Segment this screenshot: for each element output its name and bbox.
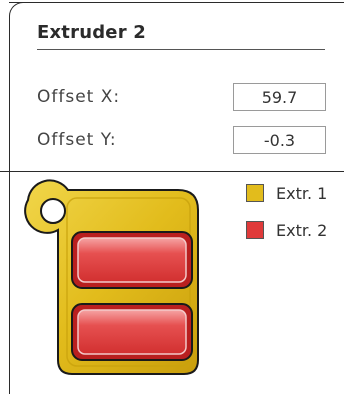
extruder-holder-icon [24, 179, 199, 375]
legend-swatch-extr-1 [246, 184, 264, 202]
nozzle-top-inner [77, 237, 187, 283]
panel-title: Extruder 2 [37, 22, 146, 43]
legend-swatch-extr-2 [246, 221, 264, 239]
offset-y-label: Offset Y: [37, 130, 117, 150]
legend-item-extr-2: Extr. 2 [246, 220, 327, 240]
offset-y-field[interactable]: -0.3 [233, 126, 326, 154]
section-divider [0, 171, 344, 172]
legend-label-extr-1: Extr. 1 [276, 183, 328, 203]
holder-hole [40, 198, 66, 224]
panel-frame-top [9, 2, 344, 3]
legend-item-extr-1: Extr. 1 [246, 183, 327, 203]
nozzle-bottom-inner [77, 309, 187, 355]
offset-x-field[interactable]: 59.7 [233, 83, 326, 111]
panel-frame-left [9, 16, 10, 394]
offset-x-label: Offset X: [37, 87, 121, 107]
title-underline [37, 49, 325, 50]
panel-frame-corner [9, 2, 26, 19]
legend-label-extr-2: Extr. 2 [276, 220, 328, 240]
